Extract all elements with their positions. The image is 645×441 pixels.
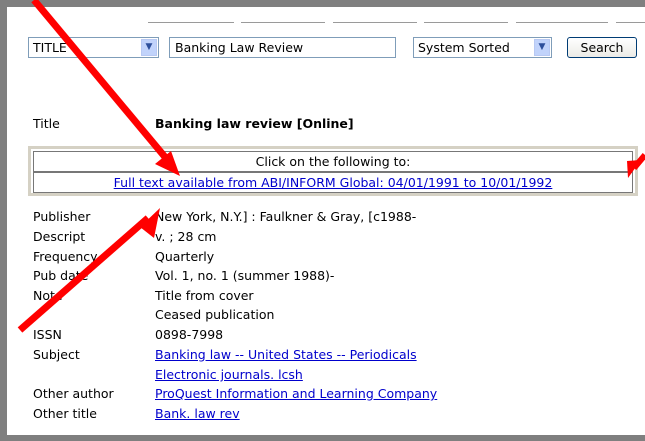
other-title-label: Other title: [33, 406, 97, 421]
tab-divider: [424, 22, 508, 23]
record-title: Banking law review [Online]: [155, 116, 354, 131]
field-label: ISSN: [33, 327, 62, 342]
links-header: Click on the following to:: [33, 151, 633, 172]
field-value: New York, N.Y.] : Faulkner & Gray, [c198…: [155, 209, 417, 224]
chevron-down-icon[interactable]: ▼: [534, 39, 550, 56]
field-label: Publisher: [33, 209, 91, 224]
chevron-down-icon[interactable]: ▼: [141, 39, 157, 56]
tab-divider: [241, 22, 325, 23]
window-frame-left: [0, 0, 7, 441]
field-label: Note: [33, 288, 63, 303]
window-frame-bottom: [0, 435, 645, 441]
tab-divider: [148, 22, 234, 23]
window-frame-top: [0, 0, 645, 7]
field-label: Pub date: [33, 268, 89, 283]
field-value: Quarterly: [155, 249, 215, 264]
sort-value: System Sorted: [418, 40, 510, 55]
tab-divider: [616, 22, 645, 23]
search-button[interactable]: Search: [567, 37, 637, 58]
subject-link[interactable]: Banking law -- United States -- Periodic…: [155, 347, 417, 362]
sort-select[interactable]: System Sorted ▼: [413, 37, 552, 58]
subject-label: Subject: [33, 347, 80, 362]
tab-divider: [333, 22, 417, 23]
full-text-link[interactable]: Full text available from ABI/INFORM Glob…: [114, 175, 553, 190]
field-value: Ceased publication: [155, 307, 275, 322]
title-label: Title: [33, 116, 60, 131]
field-label: Descript: [33, 229, 86, 244]
field-value: Title from cover: [155, 288, 254, 303]
subject-link[interactable]: Electronic journals. lcsh: [155, 367, 303, 382]
field-value: 0898-7998: [155, 327, 224, 342]
full-text-links-box: Click on the following to: Full text ava…: [28, 146, 638, 196]
other-author-link[interactable]: ProQuest Information and Learning Compan…: [155, 386, 437, 401]
other-author-label: Other author: [33, 386, 114, 401]
full-text-row: Full text available from ABI/INFORM Glob…: [33, 172, 633, 193]
search-query-text: Banking Law Review: [175, 40, 304, 55]
tab-divider: [516, 22, 608, 23]
field-value: Vol. 1, no. 1 (summer 1988)-: [155, 268, 335, 283]
search-field-select[interactable]: TITLE ▼: [28, 37, 159, 58]
search-input[interactable]: Banking Law Review: [169, 37, 396, 58]
other-title-link[interactable]: Bank. law rev: [155, 406, 240, 421]
field-label: Frequency: [33, 249, 98, 264]
field-value: v. ; 28 cm: [155, 229, 217, 244]
search-field-value: TITLE: [33, 40, 67, 55]
